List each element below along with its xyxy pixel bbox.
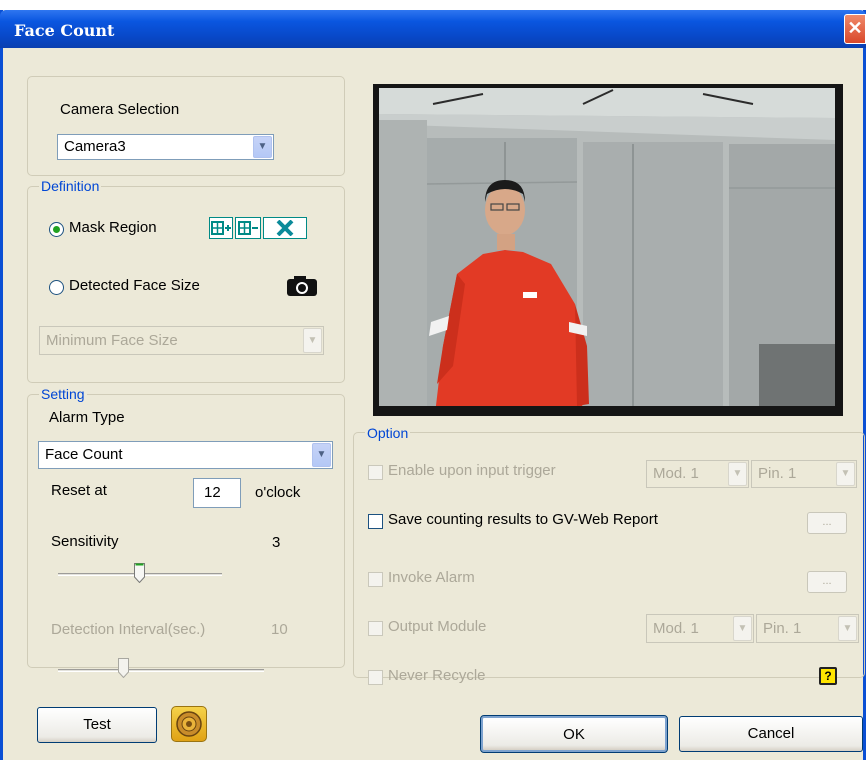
test-button[interactable]: Test — [37, 707, 157, 743]
detected-face-size-label: Detected Face Size — [69, 277, 200, 294]
input-trigger-pin-value: Pin. 1 — [758, 465, 797, 482]
output-pin-value: Pin. 1 — [763, 620, 802, 637]
mask-region-label: Mask Region — [69, 219, 157, 236]
camera-icon[interactable] — [285, 274, 319, 298]
output-module-checkbox[interactable] — [368, 621, 383, 636]
camera-preview-image — [373, 84, 843, 416]
chevron-down-icon: ▼ — [312, 443, 331, 467]
chevron-down-icon: ▼ — [836, 462, 855, 486]
input-trigger-module-value: Mod. 1 — [653, 465, 699, 482]
sensitivity-value: 3 — [272, 534, 281, 551]
output-module-value: Mod. 1 — [653, 620, 699, 637]
grid-minus-icon — [238, 221, 258, 235]
chevron-down-icon: ▼ — [733, 616, 752, 641]
camera-selection-label: Camera Selection — [60, 101, 180, 118]
never-recycle-label: Never Recycle — [388, 667, 486, 684]
camera-select-value: Camera3 — [64, 138, 126, 155]
face-count-dialog: Face Count ✕ Camera Selection Camera3 ▼ … — [0, 10, 866, 760]
add-mask-button[interactable] — [209, 217, 233, 239]
speaker-icon[interactable] — [171, 706, 207, 742]
grid-plus-icon — [211, 221, 231, 235]
enable-input-trigger-label: Enable upon input trigger — [388, 462, 556, 479]
save-results-label: Save counting results to GV-Web Report — [388, 511, 658, 528]
camera-select[interactable]: Camera3 ▼ — [57, 134, 274, 160]
enable-input-trigger-checkbox[interactable] — [368, 465, 383, 480]
camera-selection-group — [27, 76, 345, 176]
detection-interval-slider-thumb[interactable] — [118, 658, 129, 678]
save-results-settings-button[interactable]: ... — [807, 512, 847, 534]
detected-face-size-radio[interactable] — [49, 280, 64, 295]
mask-region-radio[interactable] — [49, 222, 64, 237]
sensitivity-slider-thumb[interactable] — [134, 563, 145, 583]
reset-at-label: Reset at — [51, 482, 107, 499]
never-recycle-checkbox[interactable] — [368, 670, 383, 685]
alarm-type-label: Alarm Type — [49, 409, 125, 426]
remove-mask-button[interactable] — [235, 217, 261, 239]
sensitivity-label: Sensitivity — [51, 533, 119, 550]
reset-at-suffix: o'clock — [255, 484, 301, 501]
setting-legend: Setting — [39, 386, 87, 402]
camera-preview — [373, 84, 843, 416]
output-module-label: Output Module — [388, 618, 487, 635]
face-size-select[interactable]: Minimum Face Size ▼ — [39, 326, 324, 355]
input-trigger-module-select[interactable]: Mod. 1 ▼ — [646, 460, 749, 488]
option-legend: Option — [365, 425, 411, 441]
reset-at-value: 12 — [204, 484, 221, 501]
save-results-checkbox[interactable] — [368, 514, 383, 529]
chevron-down-icon: ▼ — [253, 136, 272, 158]
detection-interval-value: 10 — [271, 621, 288, 638]
title-bar: Face Count ✕ — [0, 10, 866, 48]
output-pin-select[interactable]: Pin. 1 ▼ — [756, 614, 859, 643]
invoke-alarm-label: Invoke Alarm — [388, 569, 475, 586]
detection-interval-label: Detection Interval(sec.) — [51, 621, 206, 638]
alarm-type-value: Face Count — [45, 446, 123, 463]
input-trigger-pin-select[interactable]: Pin. 1 ▼ — [751, 460, 857, 488]
help-icon-glyph: ? — [824, 669, 832, 683]
invoke-alarm-settings-button[interactable]: ... — [807, 571, 847, 593]
dialog-title: Face Count — [14, 21, 115, 40]
ok-button[interactable]: OK — [480, 715, 668, 753]
output-module-select[interactable]: Mod. 1 ▼ — [646, 614, 754, 643]
clear-mask-button[interactable] — [263, 217, 307, 239]
close-icon: ✕ — [847, 18, 863, 38]
chevron-down-icon: ▼ — [728, 462, 747, 486]
chevron-down-icon: ▼ — [303, 328, 322, 353]
clear-x-icon — [276, 220, 294, 236]
close-button[interactable]: ✕ — [844, 14, 866, 44]
chevron-down-icon: ▼ — [838, 616, 857, 641]
detection-interval-slider-track[interactable] — [58, 669, 264, 672]
invoke-alarm-checkbox[interactable] — [368, 572, 383, 587]
reset-at-input[interactable]: 12 — [193, 478, 241, 508]
cancel-button[interactable]: Cancel — [679, 716, 863, 752]
face-size-select-value: Minimum Face Size — [46, 332, 178, 349]
definition-legend: Definition — [39, 178, 102, 194]
alarm-type-select[interactable]: Face Count ▼ — [38, 441, 333, 469]
help-icon[interactable]: ? — [819, 667, 837, 685]
